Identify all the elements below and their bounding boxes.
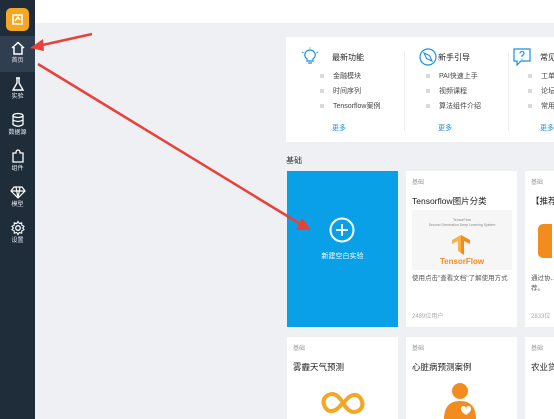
feature-link[interactable]: 时间序列	[320, 84, 380, 99]
card-tag: 基础	[531, 346, 544, 352]
template-card[interactable]: 基础 Tensorflow图片分类 TensorFlow Second Gene…	[406, 171, 517, 327]
nav-label-experiment: 实验	[11, 94, 24, 100]
template-card[interactable]: 基础 心脏病预测案例	[406, 337, 517, 419]
gear-icon	[10, 220, 25, 236]
arrow-to-new-experiment	[37, 62, 303, 227]
top-header-bar	[35, 0, 554, 23]
flask-icon	[11, 77, 24, 91]
card-tag: 基础	[531, 180, 544, 186]
thumbnail-caption: TensorFlow	[453, 218, 471, 222]
lightbulb-icon	[301, 47, 319, 64]
card-description: 通过协…	[531, 275, 554, 282]
card-description-line2: 荐。	[531, 285, 544, 292]
card-tag: 基础	[412, 180, 425, 186]
nav-item-models[interactable]: 模型	[0, 180, 35, 216]
nav-item-experiment[interactable]: 实验	[0, 72, 35, 108]
tensorflow-logo-icon	[452, 235, 470, 255]
feature-panel: 最新功能 金融模块 时间序列 Tensorflow案例 更多 新手引导 PAI快…	[286, 37, 554, 142]
template-card[interactable]: 基础 农业贷	[525, 337, 554, 419]
nav-item-components[interactable]: 组件	[0, 144, 35, 180]
card-title: Tensorflow图片分类	[412, 196, 487, 206]
nav-item-home[interactable]: 首页	[0, 36, 35, 72]
diamond-icon	[9, 186, 26, 199]
home-icon	[10, 41, 25, 55]
heart-person-icon	[444, 383, 476, 419]
feature-col-latest: 最新功能 金融模块 时间序列 Tensorflow案例 更多	[286, 37, 404, 142]
nav-label-home: 首页	[11, 58, 24, 64]
feature-link[interactable]: 常用	[528, 99, 554, 114]
thumbnail-brand: TensorFlow	[439, 257, 485, 266]
card-title: 【推荐	[531, 196, 554, 206]
feature-link[interactable]: 金融模块	[320, 69, 380, 84]
feature-link[interactable]: 工单	[528, 69, 554, 84]
more-link-latest[interactable]: 更多	[332, 123, 346, 133]
thumbnail-subcaption: Second Generation Deep Learning System	[428, 223, 496, 227]
feature-link[interactable]: 算法组件介绍	[426, 99, 481, 114]
feature-title-guide: 新手引导	[438, 53, 470, 62]
nav-item-datasource[interactable]: 数据源	[0, 108, 35, 144]
feature-col-guide: 新手引导 PAI快速上手 视频课程 算法组件介绍 更多	[404, 37, 508, 142]
template-card[interactable]: 基础 【推荐 通过协… 荐。 2833位	[525, 171, 554, 327]
card-tag: 基础	[412, 346, 425, 352]
database-icon	[11, 112, 24, 127]
arrow-to-home	[37, 32, 93, 48]
more-link-guide[interactable]: 更多	[438, 123, 452, 133]
card-title: 雾霾天气预测	[293, 362, 345, 372]
plus-circle-icon	[329, 217, 355, 243]
card-thumbnail	[538, 224, 552, 258]
feature-title-latest: 最新功能	[332, 53, 364, 62]
nav-label-components: 组件	[11, 166, 24, 172]
puzzle-icon	[11, 149, 24, 163]
more-link-faq[interactable]: 更多	[540, 123, 554, 133]
feature-link[interactable]: 视频课程	[426, 84, 481, 99]
new-experiment-card[interactable]: 新建空白实验	[287, 171, 398, 327]
card-tag: 基础	[293, 346, 306, 352]
template-card[interactable]: 基础 雾霾天气预测	[287, 337, 398, 419]
card-thumbnail: TensorFlow Second Generation Deep Learni…	[412, 210, 512, 270]
section-title: 基础	[286, 156, 302, 165]
feature-col-faq: 常见 工单 论坛 常用 更多	[508, 37, 554, 142]
new-experiment-label: 新建空白实验	[321, 253, 364, 260]
infinity-icon	[321, 392, 365, 414]
card-title: 心脏病预测案例	[412, 362, 472, 372]
card-title: 农业贷	[531, 362, 554, 372]
feature-link[interactable]: Tensorflow案例	[320, 99, 380, 114]
compass-icon	[419, 48, 437, 66]
feature-link[interactable]: 论坛	[528, 84, 554, 99]
card-description: 使用点击"查看文档"了解使用方式	[412, 275, 508, 282]
nav-label-models: 模型	[11, 202, 24, 208]
question-icon	[513, 48, 531, 67]
card-user-count: 2833位	[531, 314, 551, 320]
sidebar: 首页 实验 数据源 组件 模型 设置	[0, 0, 35, 419]
feature-title-faq: 常见	[540, 53, 554, 62]
card-user-count: 2489位用户	[412, 314, 444, 320]
app-logo-icon[interactable]	[6, 8, 29, 31]
nav-label-settings: 设置	[11, 238, 24, 244]
nav-item-settings[interactable]: 设置	[0, 216, 35, 252]
feature-link[interactable]: PAI快速上手	[426, 69, 481, 84]
nav-label-datasource: 数据源	[8, 130, 27, 136]
